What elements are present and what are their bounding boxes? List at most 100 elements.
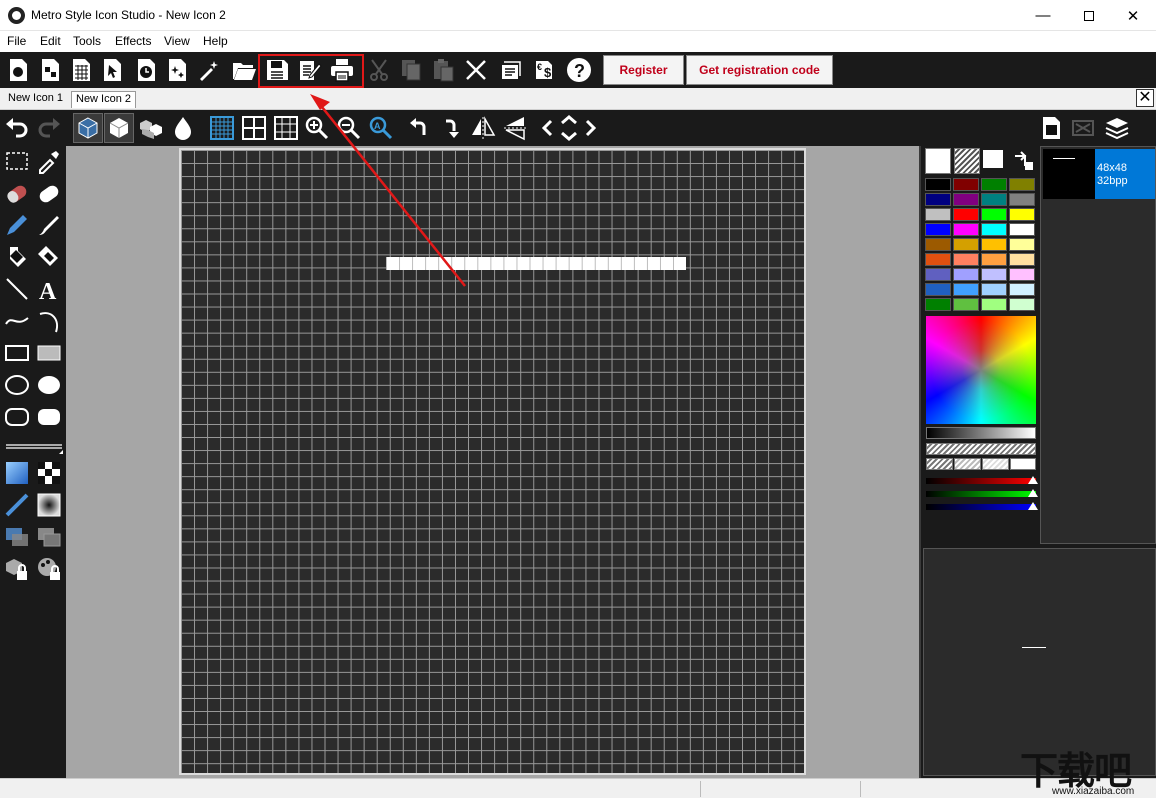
rect-select-tool[interactable] bbox=[2, 146, 32, 176]
tab-new-icon-2[interactable]: New Icon 2 bbox=[71, 91, 137, 108]
clock-button[interactable] bbox=[131, 55, 161, 85]
alpha-preset-1[interactable] bbox=[926, 458, 953, 470]
palette-color-swatch[interactable] bbox=[925, 268, 951, 281]
skew-grid-button[interactable] bbox=[271, 113, 301, 143]
palette-color-swatch[interactable] bbox=[953, 223, 979, 236]
blue-slider[interactable] bbox=[926, 502, 1038, 510]
close-tab-button[interactable]: ✕ bbox=[1136, 89, 1154, 107]
view-mode-light-button[interactable] bbox=[104, 113, 134, 143]
flip-vertical-button[interactable] bbox=[500, 113, 530, 143]
alpha-preset-2[interactable] bbox=[954, 458, 981, 470]
red-slider-thumb[interactable] bbox=[1028, 476, 1038, 484]
maximize-button[interactable] bbox=[1066, 0, 1112, 31]
menu-view[interactable]: View bbox=[164, 34, 190, 48]
page-button[interactable] bbox=[1036, 113, 1066, 143]
palette-color-swatch[interactable] bbox=[981, 238, 1007, 251]
palette-color-swatch[interactable] bbox=[953, 208, 979, 221]
minimize-button[interactable]: — bbox=[1020, 0, 1066, 31]
undo-button[interactable] bbox=[2, 113, 32, 143]
menu-edit[interactable]: Edit bbox=[40, 34, 61, 48]
close-button[interactable]: ✕ bbox=[1110, 0, 1156, 31]
palette-color-swatch[interactable] bbox=[981, 268, 1007, 281]
palette-color-swatch[interactable] bbox=[981, 283, 1007, 296]
rectangle-outline-tool[interactable] bbox=[2, 338, 32, 368]
palette-color-swatch[interactable] bbox=[1009, 193, 1035, 206]
get-registration-code-button[interactable]: Get registration code bbox=[686, 55, 833, 85]
ellipse-filled-tool[interactable] bbox=[34, 370, 64, 400]
palette-color-swatch[interactable] bbox=[981, 223, 1007, 236]
layer-copy-tool[interactable] bbox=[2, 522, 32, 552]
palette-lock-tool[interactable] bbox=[34, 554, 64, 584]
palette-color-swatch[interactable] bbox=[1009, 208, 1035, 221]
new-grid-button[interactable] bbox=[66, 55, 96, 85]
line-tool[interactable] bbox=[2, 274, 32, 304]
eyedropper-tool[interactable] bbox=[34, 146, 64, 176]
pixel-canvas[interactable] bbox=[179, 148, 806, 775]
palette-color-swatch[interactable] bbox=[953, 268, 979, 281]
sparkle-button[interactable] bbox=[162, 55, 192, 85]
gradient-tool[interactable] bbox=[2, 458, 32, 488]
curve-tool[interactable] bbox=[2, 306, 32, 336]
rectangle-filled-tool[interactable] bbox=[34, 338, 64, 368]
register-button[interactable]: Register bbox=[603, 55, 684, 85]
fill-tool[interactable] bbox=[2, 242, 32, 272]
palette-color-swatch[interactable] bbox=[925, 178, 951, 191]
filter-button[interactable] bbox=[1068, 113, 1098, 143]
palette-color-swatch[interactable] bbox=[981, 298, 1007, 311]
eraser-light-tool[interactable] bbox=[34, 178, 64, 208]
palette-color-swatch[interactable] bbox=[1009, 253, 1035, 266]
palette-color-swatch[interactable] bbox=[953, 238, 979, 251]
palette-color-swatch[interactable] bbox=[925, 253, 951, 266]
alpha-preset-3[interactable] bbox=[982, 458, 1009, 470]
menu-file[interactable]: File bbox=[7, 34, 26, 48]
palette-color-swatch[interactable] bbox=[925, 238, 951, 251]
palette-color-swatch[interactable] bbox=[1009, 268, 1035, 281]
transparent-color-swatch[interactable] bbox=[954, 148, 980, 174]
palette-color-swatch[interactable] bbox=[981, 208, 1007, 221]
fine-grid-button[interactable] bbox=[207, 113, 237, 143]
rounded-rect-filled-tool[interactable] bbox=[34, 402, 64, 432]
layer-merge-tool[interactable] bbox=[34, 522, 64, 552]
menu-tools[interactable]: Tools bbox=[73, 34, 101, 48]
palette-color-swatch[interactable] bbox=[925, 193, 951, 206]
delete-button[interactable] bbox=[461, 55, 491, 85]
palette-color-swatch[interactable] bbox=[1009, 298, 1035, 311]
pencil-tool[interactable] bbox=[2, 210, 32, 240]
text-tool[interactable]: A bbox=[34, 274, 64, 304]
select-button[interactable] bbox=[97, 55, 127, 85]
primary-color-swatch[interactable] bbox=[925, 148, 951, 174]
brightness-bar[interactable] bbox=[926, 427, 1036, 439]
checker-tool[interactable] bbox=[34, 458, 64, 488]
palette-color-swatch[interactable] bbox=[981, 178, 1007, 191]
palette-color-swatch[interactable] bbox=[1009, 223, 1035, 236]
layers-button[interactable] bbox=[1102, 113, 1132, 143]
palette-color-swatch[interactable] bbox=[953, 178, 979, 191]
palette-color-swatch[interactable] bbox=[1009, 178, 1035, 191]
palette-color-swatch[interactable] bbox=[925, 223, 951, 236]
blue-slider-thumb[interactable] bbox=[1028, 502, 1038, 510]
palette-color-swatch[interactable] bbox=[953, 253, 979, 266]
copy-button[interactable] bbox=[396, 55, 426, 85]
cut-button[interactable] bbox=[364, 55, 394, 85]
palette-color-swatch[interactable] bbox=[981, 253, 1007, 266]
coarse-grid-button[interactable] bbox=[239, 113, 269, 143]
palette-color-swatch[interactable] bbox=[1009, 283, 1035, 296]
eraser-tool[interactable] bbox=[2, 178, 32, 208]
fill-gradient-tool[interactable] bbox=[34, 490, 64, 520]
paste-button[interactable] bbox=[428, 55, 458, 85]
green-slider[interactable] bbox=[926, 489, 1038, 497]
ellipse-outline-tool[interactable] bbox=[2, 370, 32, 400]
palette-color-swatch[interactable] bbox=[1009, 238, 1035, 251]
lock-tool[interactable] bbox=[2, 554, 32, 584]
palette-color-swatch[interactable] bbox=[953, 283, 979, 296]
palette-color-swatch[interactable] bbox=[925, 208, 951, 221]
price-button[interactable]: $ € bbox=[531, 55, 561, 85]
new-from-image-button[interactable] bbox=[35, 55, 65, 85]
rounded-rect-outline-tool[interactable] bbox=[2, 402, 32, 432]
swap-colors-button[interactable] bbox=[1011, 148, 1035, 172]
green-slider-thumb[interactable] bbox=[1028, 489, 1038, 497]
new-icon-button[interactable] bbox=[3, 55, 33, 85]
help-button[interactable]: ? bbox=[564, 55, 594, 85]
arc-tool[interactable] bbox=[34, 306, 64, 336]
alpha-preset-4[interactable] bbox=[1010, 458, 1036, 470]
